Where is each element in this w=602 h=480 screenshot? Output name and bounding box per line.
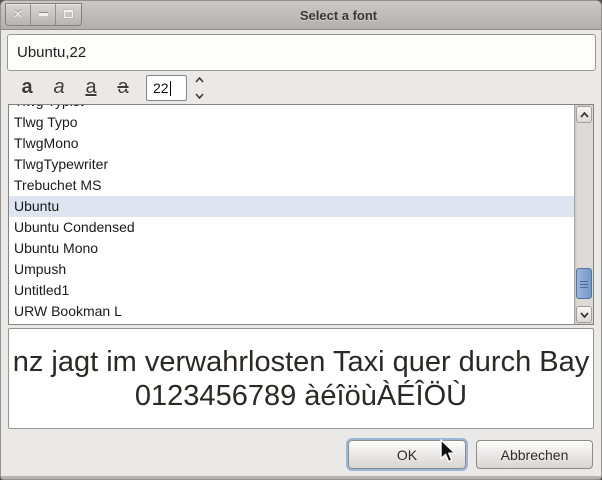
font-size-input[interactable]: 22 [146, 75, 187, 101]
scroll-grip-icon [580, 280, 588, 288]
italic-icon: a [53, 76, 64, 99]
text-caret [170, 81, 171, 96]
font-list-item[interactable]: Tlwg Typist [9, 104, 574, 112]
preview-line-2: 0123456789 àéîöùÀÉÎÖÙ [135, 379, 467, 413]
maximize-button[interactable] [56, 4, 81, 25]
minimize-icon [39, 13, 48, 16]
scroll-down-icon [580, 312, 589, 318]
scroll-up-icon [580, 112, 589, 118]
window-bottom-edge [1, 476, 601, 479]
scrollbar-thumb[interactable] [576, 268, 592, 299]
scrollbar[interactable] [574, 105, 593, 324]
italic-toggle[interactable]: a [43, 72, 75, 102]
font-list-item[interactable]: Ubuntu Condensed [9, 217, 574, 238]
font-list-item[interactable]: Tlwg Typo [9, 112, 574, 133]
font-list-rows: Tlwg TypistTlwg TypoTlwgMonoTlwgTypewrit… [9, 104, 574, 322]
font-list-item[interactable]: URW Bookman L [9, 301, 574, 322]
style-toggles: a a a a [11, 72, 139, 102]
font-list-item[interactable]: Umpush [9, 259, 574, 280]
scroll-down-button[interactable] [576, 306, 592, 323]
underline-icon: a [85, 76, 96, 99]
font-size-value: 22 [153, 80, 169, 96]
font-list-item[interactable]: TlwgTypewriter [9, 154, 574, 175]
chevron-up-icon [195, 77, 204, 83]
font-list: Tlwg TypistTlwg TypoTlwgMonoTlwgTypewrit… [8, 104, 594, 325]
style-toolbar: a a a a 22 [1, 72, 602, 104]
close-icon: ✕ [13, 8, 23, 20]
ok-button[interactable]: OK [348, 440, 466, 469]
titlebar: ✕ Select a font [1, 1, 601, 30]
font-preview: nz jagt im verwahrlosten Taxi quer durch… [8, 328, 594, 429]
bold-icon: a [21, 76, 32, 99]
spin-up-button[interactable] [195, 77, 204, 83]
chevron-down-icon [195, 93, 204, 99]
cancel-button-label: Abbrechen [501, 447, 569, 463]
preview-line-1: nz jagt im verwahrlosten Taxi quer durch… [13, 345, 590, 379]
font-list-item[interactable]: Ubuntu [9, 196, 574, 217]
font-list-item[interactable]: Trebuchet MS [9, 175, 574, 196]
font-size-stepper [191, 74, 207, 102]
underline-toggle[interactable]: a [75, 72, 107, 102]
window-controls: ✕ [5, 3, 82, 26]
ok-button-label: OK [397, 447, 417, 463]
font-list-item[interactable]: Untitled1 [9, 280, 574, 301]
close-button[interactable]: ✕ [6, 4, 31, 25]
strikethrough-toggle[interactable]: a [107, 72, 139, 102]
font-name-input[interactable]: Ubuntu,22 [7, 34, 596, 71]
scroll-up-button[interactable] [576, 106, 592, 123]
maximize-icon [64, 10, 73, 18]
cancel-button[interactable]: Abbrechen [476, 440, 593, 469]
font-dialog-window: ✕ Select a font Ubuntu,22 a a a [0, 0, 602, 480]
bold-toggle[interactable]: a [11, 72, 43, 102]
strikethrough-icon: a [117, 76, 128, 99]
spin-down-button[interactable] [195, 93, 204, 99]
minimize-button[interactable] [31, 4, 56, 25]
font-list-item[interactable]: Ubuntu Mono [9, 238, 574, 259]
font-list-item[interactable]: TlwgMono [9, 133, 574, 154]
font-name-value: Ubuntu,22 [17, 44, 86, 61]
window-title: Select a font [82, 8, 601, 23]
